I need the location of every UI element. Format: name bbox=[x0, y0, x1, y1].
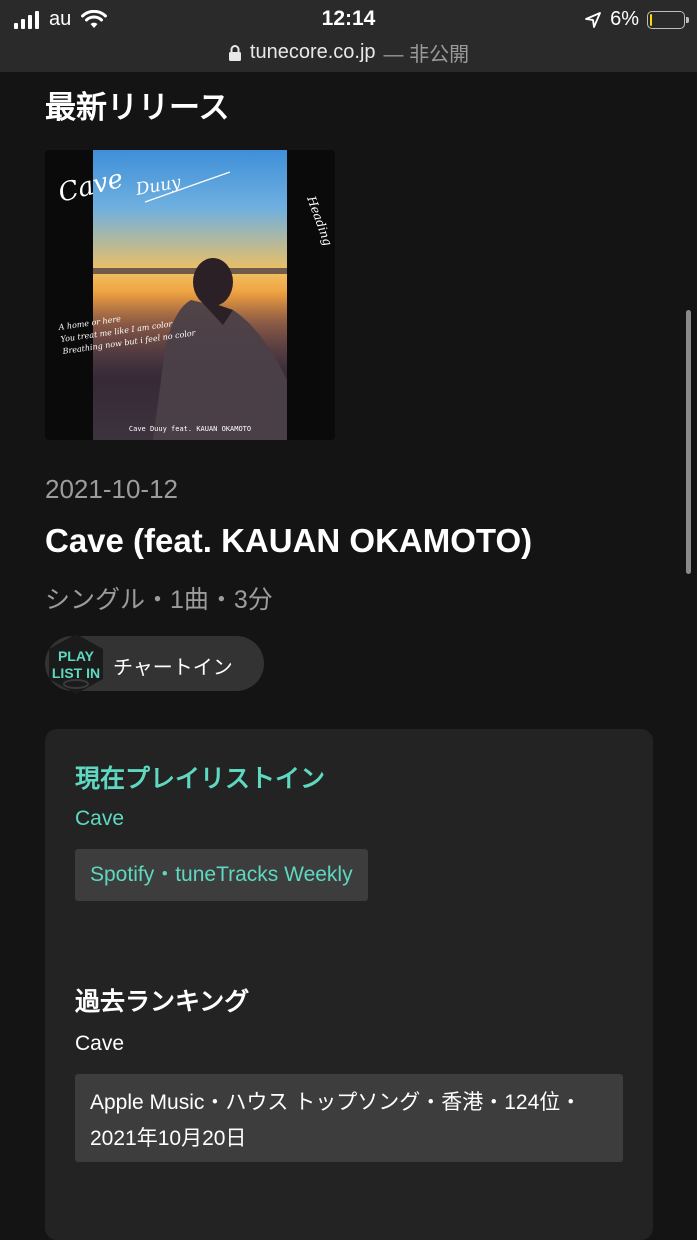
lock-icon bbox=[228, 44, 241, 61]
scrollbar[interactable] bbox=[686, 310, 691, 574]
section-title: 最新リリース bbox=[45, 90, 230, 125]
svg-text:Duuy: Duuy bbox=[133, 172, 182, 200]
chart-in-button[interactable]: PLAY LIST IN チャートイン bbox=[45, 634, 264, 694]
ranking-card: 現在プレイリストイン Cave Spotify・tuneTracks Weekl… bbox=[45, 729, 653, 1240]
svg-text:PLAY: PLAY bbox=[58, 648, 95, 664]
status-right: 6% bbox=[584, 8, 689, 31]
chart-in-label: チャートイン bbox=[113, 657, 233, 679]
current-playlist-heading: 現在プレイリストイン bbox=[75, 765, 326, 793]
cover-lettering: Cave Duuy Heading A home or here You tre… bbox=[55, 164, 335, 433]
svg-text:Heading: Heading bbox=[304, 193, 335, 248]
playlist-in-badge-icon: PLAY LIST IN bbox=[49, 634, 103, 694]
battery-icon bbox=[647, 10, 689, 29]
past-ranking-song: Cave bbox=[75, 1032, 125, 1055]
album-cover[interactable]: Cave Duuy Heading A home or here You tre… bbox=[45, 150, 335, 440]
current-playlist-entry[interactable]: Spotify・tuneTracks Weekly bbox=[75, 849, 368, 901]
current-playlist-song: Cave bbox=[75, 807, 125, 830]
past-ranking-entry[interactable]: Apple Music・ハウス トップソング・香港・124位・ 2021年10月… bbox=[75, 1074, 623, 1162]
release-date: 2021-10-12 bbox=[45, 474, 178, 504]
release-meta: シングル・1曲・3分 bbox=[45, 586, 273, 614]
status-bar: au 12:14 6% tunecore.co.jp — 非公開 bbox=[0, 0, 697, 72]
release-title[interactable]: Cave (feat. KAUAN OKAMOTO) bbox=[45, 522, 532, 560]
svg-text:Cave: Cave bbox=[55, 164, 126, 209]
location-arrow-icon bbox=[585, 11, 601, 28]
past-ranking-entry-line-1: Apple Music・ハウス トップソング・香港・124位・ bbox=[90, 1091, 582, 1114]
past-ranking-heading: 過去ランキング bbox=[75, 988, 250, 1016]
battery-level-fill bbox=[650, 13, 652, 26]
svg-text:LIST IN: LIST IN bbox=[52, 665, 100, 681]
svg-text:Cave Duuy feat. KAUAN OKAMOTO: Cave Duuy feat. KAUAN OKAMOTO bbox=[129, 425, 251, 433]
url-domain: tunecore.co.jp bbox=[249, 41, 376, 63]
past-ranking-entry-line-2: 2021年10月20日 bbox=[90, 1127, 247, 1150]
url-privacy-label: — 非公開 bbox=[383, 44, 470, 66]
address-bar[interactable]: tunecore.co.jp — 非公開 bbox=[0, 38, 697, 67]
battery-percent: 6% bbox=[610, 8, 639, 30]
